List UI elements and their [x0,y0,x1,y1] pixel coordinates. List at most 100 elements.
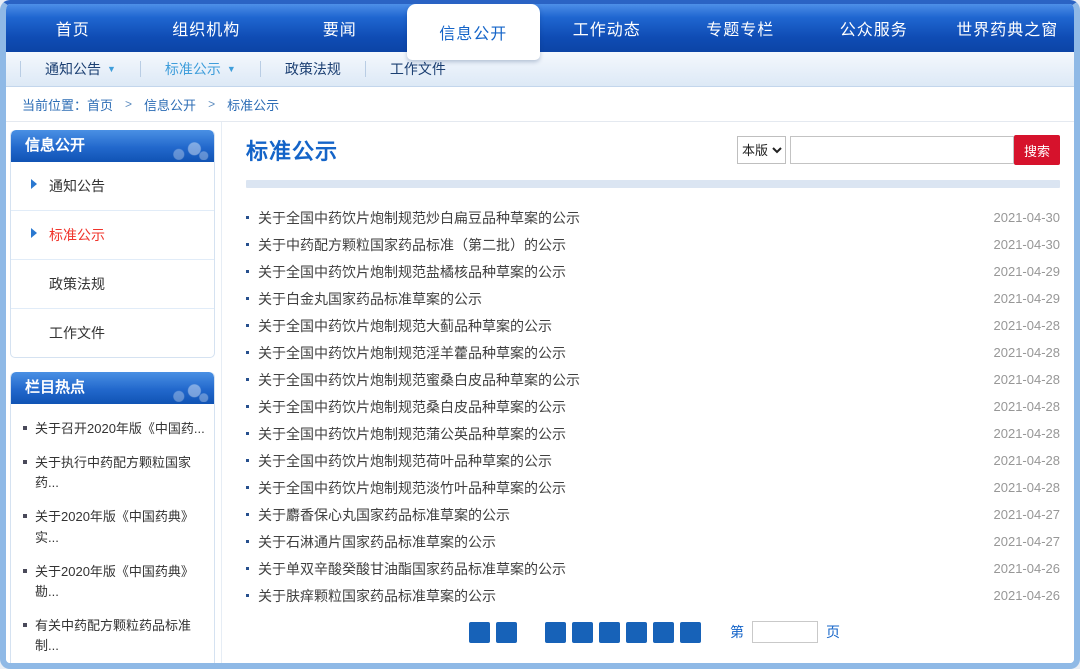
announcement-date: 2021-04-26 [994,588,1061,603]
announcement-link[interactable]: 关于石淋通片国家药品标准草案的公示 [258,532,982,552]
sub-nav-item[interactable]: 标准公示 ▼ [140,61,260,77]
breadcrumb-link-home[interactable]: 首页 [87,95,113,114]
announcement-link[interactable]: 关于全国中药饮片炮制规范盐橘核品种草案的公示 [258,262,982,282]
announcement-date: 2021-04-28 [994,480,1061,495]
breadcrumb-separator: > [208,97,215,111]
pagination-button[interactable] [496,622,517,643]
bullet-icon [246,459,249,462]
announcement-link[interactable]: 关于单双辛酸癸酸甘油酯国家药品标准草案的公示 [258,559,982,579]
hot-topic-link[interactable]: 有关中药配方颗粒药品标准制... [21,609,208,663]
sidebar-menu-item[interactable]: 标准公示 [11,211,214,260]
top-nav-item[interactable]: 公众服务 [807,4,941,52]
top-nav-item[interactable]: 信息公开 [407,4,541,60]
main-header: 标准公示 本版 搜索 [246,134,1060,166]
pagination-button[interactable] [680,622,701,643]
pagination-button[interactable] [523,622,539,643]
announcement-link[interactable]: 关于全国中药饮片炮制规范蒲公英品种草案的公示 [258,424,982,444]
page-title: 标准公示 [246,134,338,166]
top-nav-item[interactable]: 组织机构 [140,4,274,52]
arrow-right-icon [31,179,37,189]
hot-topic-link[interactable]: 关于执行中药配方颗粒国家药... [21,446,208,500]
pagination-button[interactable] [572,622,593,643]
announcement-row: 关于全国中药饮片炮制规范淡竹叶品种草案的公示 2021-04-28 [246,474,1060,501]
pagination-button[interactable] [469,622,490,643]
announcement-date: 2021-04-26 [994,561,1061,576]
announcement-date: 2021-04-27 [994,534,1061,549]
breadcrumb-link-info[interactable]: 信息公开 [144,95,196,114]
announcement-date: 2021-04-28 [994,453,1061,468]
announcement-link[interactable]: 关于肤痒颗粒国家药品标准草案的公示 [258,586,982,606]
search-scope-select[interactable]: 本版 [737,136,786,164]
search-button[interactable]: 搜索 [1014,135,1060,165]
announcement-link[interactable]: 关于全国中药饮片炮制规范桑白皮品种草案的公示 [258,397,982,417]
announcement-date: 2021-04-28 [994,345,1061,360]
sub-nav-item[interactable]: 通知公告 ▼ [20,61,140,77]
announcement-link[interactable]: 关于全国中药饮片炮制规范荷叶品种草案的公示 [258,451,982,471]
header-separator [246,180,1060,188]
hot-topic-link[interactable]: 关于2020年版《中国药典》勘... [21,555,208,609]
sub-nav-item[interactable]: 工作文件 [365,61,470,77]
announcement-row: 关于麝香保心丸国家药品标准草案的公示 2021-04-27 [246,501,1060,528]
announcement-row: 关于中药配方颗粒国家药品标准（第二批）的公示 2021-04-30 [246,231,1060,258]
sidebar-menu-item-label: 工作文件 [49,325,105,341]
hot-topics-list: 关于召开2020年版《中国药... 关于执行中药配方颗粒国家药... 关于202… [11,404,214,669]
bullet-icon [246,486,249,489]
sidebar-menu-box: 信息公开 通知公告 标准公示 政策法规 工作文件 [10,130,215,358]
sidebar-hot-box: 栏目热点 关于召开2020年版《中国药... 关于执行中药配方颗粒国家药... … [10,372,215,669]
announcement-link[interactable]: 关于白金丸国家药品标准草案的公示 [258,289,982,309]
search-input[interactable] [790,136,1014,164]
hot-topic-label: 关于执行中药配方颗粒国家药... [35,455,191,490]
bullet-icon [246,405,249,408]
sub-nav-item-label: 通知公告 [45,59,101,79]
page-jump-input[interactable] [752,621,818,643]
announcement-date: 2021-04-29 [994,264,1061,279]
sidebar-hot-title: 栏目热点 [11,372,214,404]
bullet-icon [246,243,249,246]
top-nav-item[interactable]: 工作动态 [540,4,674,52]
announcement-row: 关于白金丸国家药品标准草案的公示 2021-04-29 [246,285,1060,312]
sidebar-menu-item-label: 政策法规 [49,276,105,292]
top-nav-item-label: 信息公开 [439,20,507,44]
breadcrumb-link-current[interactable]: 标准公示 [227,95,279,114]
announcement-link[interactable]: 关于全国中药饮片炮制规范炒白扁豆品种草案的公示 [258,208,982,228]
pagination-button[interactable] [599,622,620,643]
bullet-icon [246,567,249,570]
announcement-link[interactable]: 关于麝香保心丸国家药品标准草案的公示 [258,505,982,525]
hot-topic-label: 有关中药配方颗粒药品标准制... [35,618,191,653]
hot-topic-link[interactable]: 关于2020年版《中国药典》实... [21,500,208,554]
search-bar: 本版 搜索 [737,135,1060,165]
announcement-link[interactable]: 关于全国中药饮片炮制规范淫羊藿品种草案的公示 [258,343,982,363]
pagination-button[interactable] [545,622,566,643]
sidebar-menu-item[interactable]: 工作文件 [11,309,214,357]
breadcrumb: 当前位置： 首页 > 信息公开 > 标准公示 [6,87,1074,122]
top-nav-item[interactable]: 世界药典之窗 [941,4,1075,52]
top-nav-item[interactable]: 首页 [6,4,140,52]
breadcrumb-prefix: 当前位置： [22,95,87,114]
announcement-row: 关于全国中药饮片炮制规范淫羊藿品种草案的公示 2021-04-28 [246,339,1060,366]
announcement-link[interactable]: 关于全国中药饮片炮制规范淡竹叶品种草案的公示 [258,478,982,498]
sub-nav: 通知公告 ▼ 标准公示 ▼ 政策法规 工作文件 [6,52,1074,87]
sidebar-menu-item[interactable]: 通知公告 [11,162,214,211]
top-nav-item[interactable]: 专题专栏 [674,4,808,52]
sub-nav-item[interactable]: 政策法规 [260,61,365,77]
pagination-button[interactable] [653,622,674,643]
hot-topic-link[interactable]: 关于召开2020年版《中国药... [21,412,208,446]
announcement-date: 2021-04-27 [994,507,1061,522]
bullet-icon [246,297,249,300]
pagination-button[interactable] [626,622,647,643]
announcement-link[interactable]: 关于全国中药饮片炮制规范大蓟品种草案的公示 [258,316,982,336]
breadcrumb-separator: > [125,97,132,111]
top-nav-item[interactable]: 要闻 [273,4,407,52]
announcement-link[interactable]: 关于中药配方颗粒国家药品标准（第二批）的公示 [258,235,982,255]
sidebar-menu-item[interactable]: 政策法规 [11,260,214,309]
sub-nav-item-label: 工作文件 [390,59,446,79]
bullet-icon [246,324,249,327]
announcement-row: 关于单双辛酸癸酸甘油酯国家药品标准草案的公示 2021-04-26 [246,555,1060,582]
top-nav-item-label: 公众服务 [840,16,908,40]
bullet-icon [246,594,249,597]
announcement-date: 2021-04-29 [994,291,1061,306]
bullet-icon [246,270,249,273]
announcement-row: 关于全国中药饮片炮制规范蒲公英品种草案的公示 2021-04-28 [246,420,1060,447]
announcement-link[interactable]: 关于全国中药饮片炮制规范蜜桑白皮品种草案的公示 [258,370,982,390]
main-content: 标准公示 本版 搜索 关于全国中药饮片炮制规范炒白扁豆品种草案的公示 2021-… [222,122,1074,668]
